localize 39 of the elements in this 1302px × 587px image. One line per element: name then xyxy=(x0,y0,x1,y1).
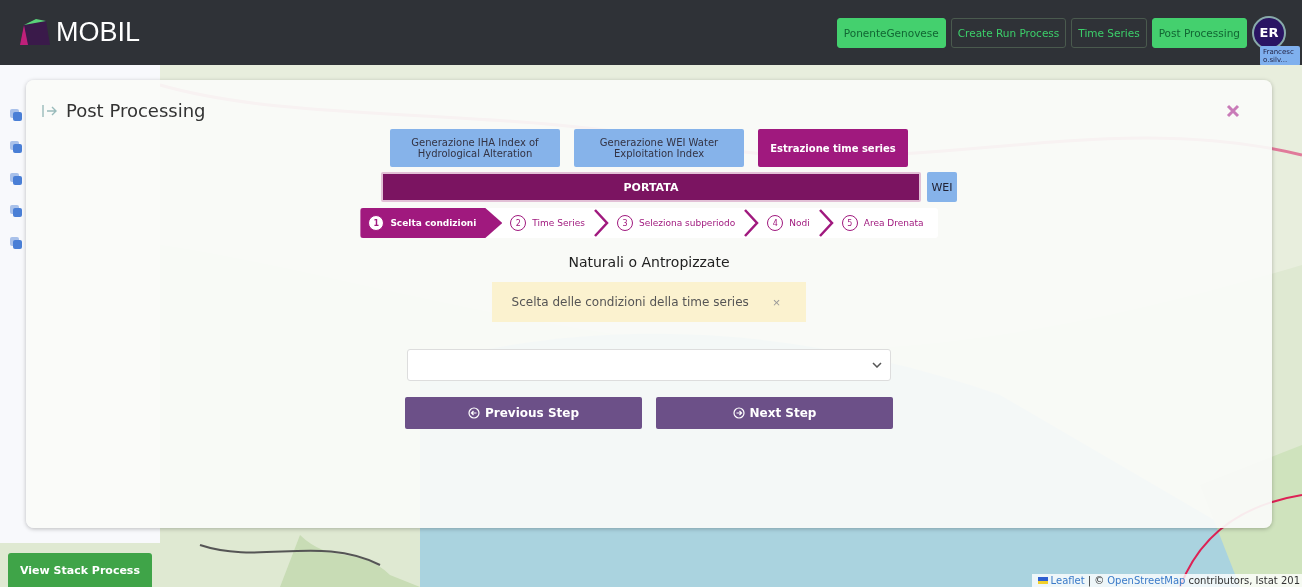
previous-step-button[interactable]: Previous Step xyxy=(405,397,642,429)
step-tab[interactable]: 5 Area Drenata xyxy=(833,208,932,238)
next-step-button[interactable]: Next Step xyxy=(656,397,893,429)
arrow-icon[interactable] xyxy=(42,103,58,118)
process-tab[interactable]: Generazione WEI Water Exploitation Index xyxy=(574,129,744,167)
layers-icon[interactable] xyxy=(10,237,22,249)
sub-tab[interactable]: PORTATA xyxy=(381,172,921,202)
attribution-text: | © xyxy=(1087,575,1105,586)
leaflet-link[interactable]: Leaflet xyxy=(1050,575,1085,586)
step-tab[interactable]: 3 Seleziona subperiodo xyxy=(608,208,744,238)
logo-text: MOBIL xyxy=(56,17,141,48)
flag-icon xyxy=(1037,577,1048,584)
nav-button[interactable]: Post Processing xyxy=(1151,17,1247,48)
chevron-down-icon xyxy=(872,362,882,368)
nav-button[interactable]: Create Run Process xyxy=(950,17,1067,48)
chevron-icon xyxy=(743,208,760,238)
process-tab[interactable]: Estrazione time series xyxy=(758,129,908,167)
layers-icon[interactable] xyxy=(10,141,22,153)
step-tab[interactable]: 1 Scelta condizioni xyxy=(360,208,503,238)
nav-button[interactable]: Time Series xyxy=(1071,17,1147,48)
sub-tab[interactable]: WEI xyxy=(927,172,957,202)
layers-icon[interactable] xyxy=(10,109,22,121)
process-tab[interactable]: Generazione IHA Index of Hydrological Alteration xyxy=(390,129,560,167)
chevron-icon xyxy=(817,208,834,238)
openstreetmap-link[interactable]: OpenStreetMap xyxy=(1107,575,1186,586)
alert-text: Scelta delle condizioni della time series xyxy=(511,295,749,309)
layers-icon[interactable] xyxy=(10,205,22,217)
step-tab[interactable]: 2 Time Series xyxy=(502,208,593,238)
arrow-right-circle-icon xyxy=(732,407,745,419)
section-heading: Naturali o Antropizzate xyxy=(568,254,730,270)
chevron-icon xyxy=(592,208,609,238)
modal-title: Post Processing xyxy=(66,100,207,121)
logo-icon xyxy=(18,18,52,47)
layers-icon[interactable] xyxy=(10,173,22,185)
nav-button[interactable]: PonenteGenovese xyxy=(836,17,946,48)
close-icon[interactable] xyxy=(1226,103,1240,118)
step-tab[interactable]: 4 Nodi xyxy=(759,208,818,238)
attribution-text: contributors, Istat 201 xyxy=(1188,575,1300,586)
arrow-left-circle-icon xyxy=(468,407,480,419)
